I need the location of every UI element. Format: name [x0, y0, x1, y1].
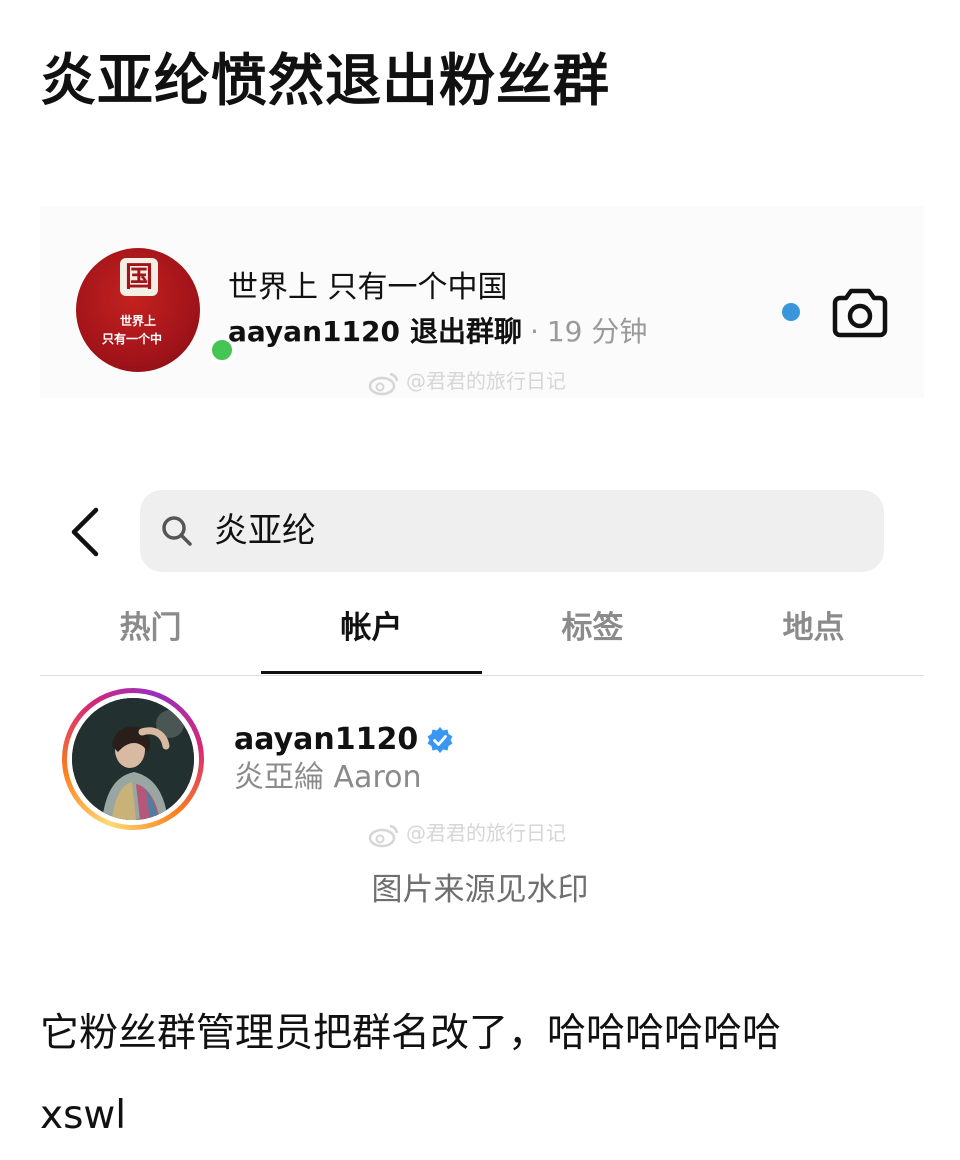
- search-input[interactable]: 炎亚纶: [214, 508, 854, 554]
- avatar-caption-2: 只有一个中: [101, 332, 162, 346]
- watermark-text: @君君的旅行日记: [406, 369, 566, 393]
- avatar-caption-1: 世界上: [119, 314, 156, 328]
- post-body: 它粉丝群管理员把群名改了，哈哈哈哈哈哈: [40, 1011, 782, 1056]
- image-source-caption: 图片来源见水印: [371, 872, 589, 908]
- watermark-text: @君君的旅行日记: [406, 821, 566, 845]
- tab-accounts[interactable]: 帐户: [261, 600, 482, 674]
- weibo-icon: [368, 372, 399, 395]
- back-button[interactable]: [68, 506, 102, 558]
- account-full-name: 炎亞綸 Aaron: [234, 760, 422, 795]
- search-icon: [162, 516, 192, 546]
- chat-preview-time: 19 分钟: [546, 315, 648, 348]
- unread-indicator: [782, 303, 800, 321]
- search-bar[interactable]: 炎亚纶: [140, 490, 884, 572]
- watermark-2: @君君的旅行日记: [368, 818, 566, 848]
- chat-group-name: 世界上 只有一个中国: [228, 270, 508, 305]
- group-avatar: 国 世界上 只有一个中: [76, 248, 200, 372]
- tab-top[interactable]: 热门: [40, 600, 261, 674]
- tabs-divider: [40, 675, 924, 676]
- account-username: aayan1120: [234, 720, 454, 760]
- account-username-text: aayan1120: [234, 722, 419, 757]
- weibo-icon: [368, 824, 399, 847]
- watermark: @君君的旅行日记: [368, 366, 566, 396]
- search-tabs: 热门 帐户 标签 地点: [40, 600, 924, 676]
- chat-preview-username: aayan1120: [228, 315, 400, 348]
- chevron-left-icon: [71, 507, 99, 557]
- chat-preview-action: 退出群聊: [409, 315, 522, 348]
- post-headline: 炎亚纶愤然退出粉丝群: [40, 49, 610, 114]
- avatar-emblem: 国: [120, 258, 158, 296]
- camera-icon[interactable]: [832, 286, 888, 338]
- verified-badge-icon: [427, 727, 453, 753]
- chat-preview-separator: ·: [529, 315, 539, 348]
- post-body-2: xswl: [40, 1093, 127, 1138]
- account-result-row[interactable]: aayan1120 炎亞綸 Aaron: [40, 684, 924, 834]
- profile-avatar: [72, 698, 194, 820]
- tab-tags[interactable]: 标签: [482, 600, 703, 674]
- chat-preview: aayan1120 退出群聊 · 19 分钟: [228, 312, 647, 352]
- story-ring[interactable]: [62, 688, 204, 830]
- tab-places[interactable]: 地点: [703, 600, 924, 674]
